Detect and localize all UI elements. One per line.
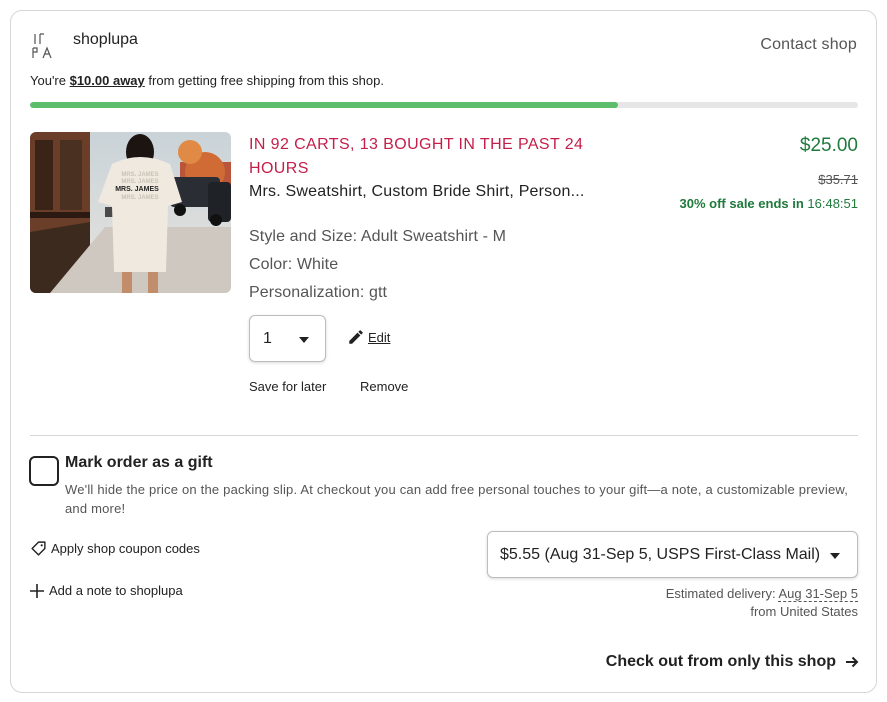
arrow-right-icon	[846, 656, 859, 668]
remove-button[interactable]: Remove	[360, 379, 408, 394]
image-print-text: MRS. JAMES	[115, 186, 159, 193]
free-shipping-progress-fill	[30, 102, 618, 108]
quantity-select[interactable]: 1	[249, 315, 326, 362]
estimated-delivery-prefix: Estimated delivery:	[665, 586, 779, 601]
variation-style-size: Style and Size: Adult Sweatshirt - M	[249, 228, 507, 245]
ships-from: from United States	[750, 604, 858, 619]
checkout-label: Check out from only this shop	[605, 653, 836, 670]
shipping-method-select[interactable]: $5.55 (Aug 31-Sep 5, USPS First-Class Ma…	[487, 531, 858, 578]
free-shipping-prefix: You're	[30, 73, 70, 88]
gift-checkbox[interactable]	[29, 456, 59, 486]
estimated-delivery: Estimated delivery: Aug 31-Sep 5	[665, 586, 858, 602]
save-for-later-button[interactable]: Save for later	[249, 379, 326, 394]
tag-icon	[31, 541, 46, 556]
apply-coupon-link[interactable]: Apply shop coupon codes	[30, 540, 200, 557]
contact-shop-link[interactable]: Contact shop	[760, 36, 857, 54]
shop-name[interactable]: shoplupa	[73, 31, 138, 49]
svg-text:MRS. JAMES: MRS. JAMES	[121, 172, 158, 178]
free-shipping-amount: $10.00 away	[69, 73, 145, 88]
listing-title[interactable]: Mrs. Sweatshirt, Custom Bride Shirt, Per…	[249, 183, 609, 201]
svg-text:MRS. JAMES: MRS. JAMES	[121, 179, 158, 185]
shipping-method-value: $5.55 (Aug 31-Sep 5, USPS First-Class Ma…	[500, 546, 821, 563]
section-divider	[30, 435, 858, 436]
edit-item-link[interactable]: Edit	[347, 328, 390, 346]
apply-coupon-label: Apply shop coupon codes	[51, 541, 200, 556]
free-shipping-message: You're $10.00 away from getting free shi…	[30, 73, 384, 88]
estimated-delivery-dates[interactable]: Aug 31-Sep 5	[778, 586, 858, 602]
quantity-value: 1	[263, 330, 272, 347]
sale-countdown: 30% off sale ends in 16:48:51	[680, 196, 858, 211]
chevron-down-icon	[299, 337, 309, 343]
edit-label: Edit	[368, 329, 391, 345]
add-note-link[interactable]: Add a note to shoplupa	[30, 583, 183, 598]
plus-icon	[30, 583, 44, 598]
free-shipping-progress-bar	[30, 102, 858, 108]
variation-color: Color: White	[249, 256, 339, 273]
gift-description: We'll hide the price on the packing slip…	[65, 482, 849, 516]
gift-title[interactable]: Mark order as a gift	[65, 454, 213, 472]
original-price: $35.71	[818, 172, 858, 187]
add-note-label: Add a note to shoplupa	[49, 583, 183, 598]
sale-prefix: 30% off sale ends in	[679, 196, 808, 211]
pencil-icon	[349, 330, 363, 344]
free-shipping-suffix: from getting free shipping from this sho…	[144, 73, 384, 88]
chevron-down-icon	[830, 553, 840, 559]
item-price: $25.00	[799, 135, 858, 156]
shop-logo[interactable]	[30, 30, 58, 60]
listing-image[interactable]: MRS. JAMES MRS. JAMES MRS. JAMES MRS. JA…	[30, 132, 231, 293]
svg-text:MRS. JAMES: MRS. JAMES	[121, 195, 158, 201]
cart-demand-notice: IN 92 CARTS, 13 BOUGHT IN THE PAST 24 HO…	[249, 136, 584, 177]
variation-personalization: Personalization: gtt	[249, 284, 388, 301]
sale-timer: 16:48:51	[807, 196, 858, 211]
checkout-shop-button[interactable]: Check out from only this shop	[606, 653, 859, 671]
